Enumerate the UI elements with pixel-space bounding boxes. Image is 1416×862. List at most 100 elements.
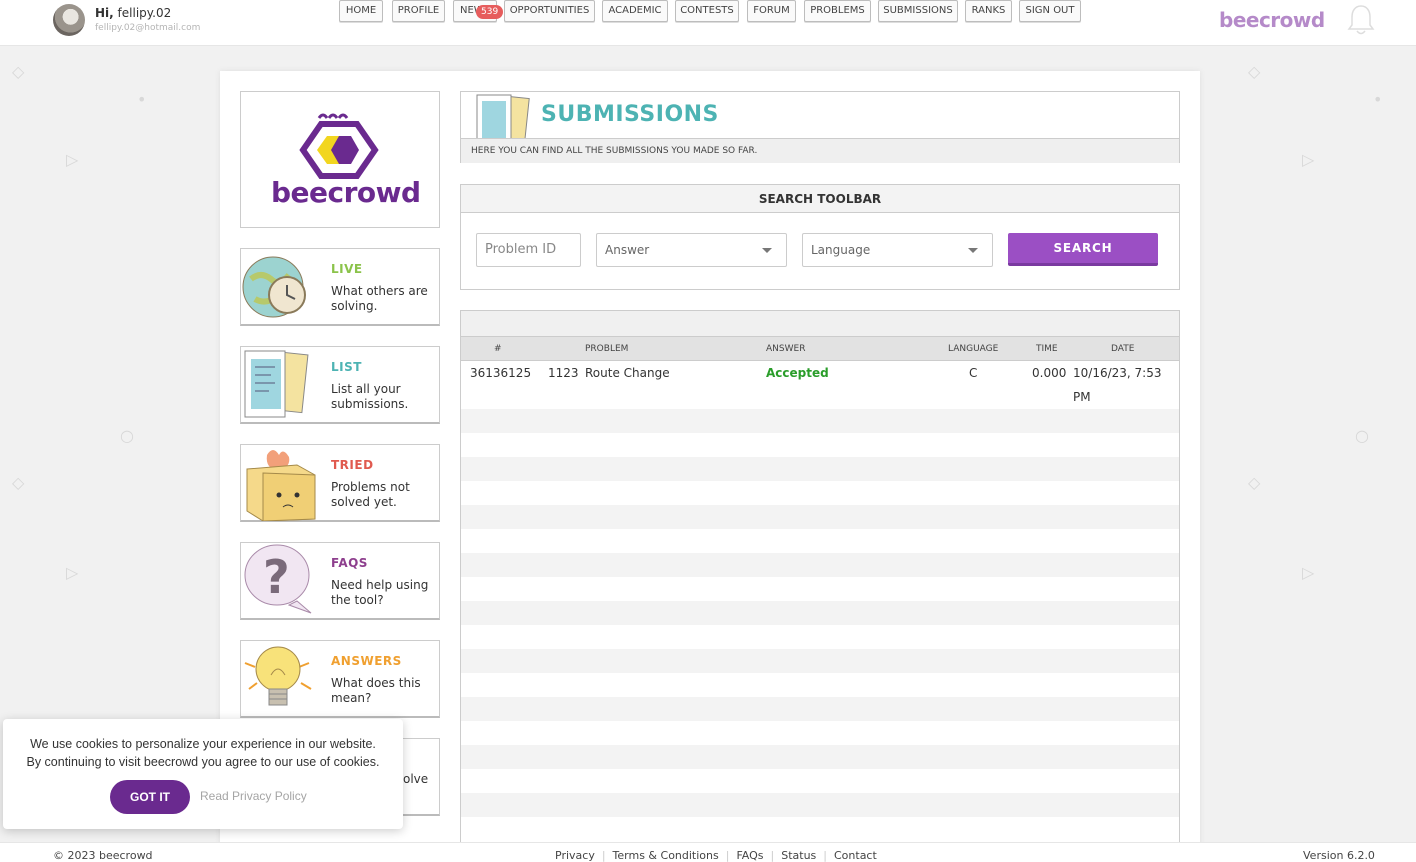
col-answer-header: ANSWER — [766, 344, 806, 354]
chevron-down-icon — [968, 248, 978, 253]
nav-opportunities-button[interactable]: OPPORTUNITIES — [504, 0, 595, 22]
sidebar-item-faqs[interactable]: ? FAQS Need help using the tool? — [240, 542, 440, 620]
search-button[interactable]: SEARCH — [1008, 233, 1158, 266]
problem-id-input[interactable]: Problem ID — [476, 233, 581, 267]
answer-select[interactable]: Answer — [596, 233, 787, 267]
nav-contests-button[interactable]: CONTESTS — [675, 0, 739, 22]
empty-row — [461, 721, 1179, 745]
sidebar-item-desc: olve — [403, 772, 429, 786]
submission-id[interactable]: 36136125 — [470, 361, 531, 385]
empty-row — [461, 625, 1179, 649]
burning-box-icon — [246, 450, 316, 521]
empty-row — [461, 745, 1179, 769]
nav-home-button[interactable]: HOME — [339, 0, 383, 22]
user-email: fellipy.02@hotmail.com — [95, 23, 201, 33]
empty-row — [461, 409, 1179, 433]
language-select-value: Language — [811, 243, 871, 257]
search-toolbar: SEARCH TOOLBAR Problem ID Answer Languag… — [460, 184, 1180, 290]
answer-status[interactable]: Accepted — [766, 361, 829, 385]
privacy-policy-link[interactable]: Read Privacy Policy — [200, 789, 307, 803]
sidebar-item-desc: What does this mean? — [331, 676, 421, 705]
nav-ranks-button[interactable]: RANKS — [965, 0, 1012, 22]
empty-row — [461, 433, 1179, 457]
empty-row — [461, 577, 1179, 601]
table-top-bar — [461, 311, 1179, 337]
avatar[interactable] — [53, 4, 85, 36]
svg-text:?: ? — [263, 550, 290, 604]
footer: © 2023 beecrowd Privacy | Terms & Conditio… — [0, 842, 1416, 862]
bg-diamond-icon: ◇ — [1248, 62, 1261, 81]
sidebar-item-desc: List all your submissions. — [331, 382, 409, 411]
bg-dot-icon: • — [137, 90, 147, 109]
sidebar-item-title: LIVE — [331, 262, 363, 276]
bg-circle-icon: ○ — [120, 426, 134, 445]
cookie-text: We use cookies to personalize your exper… — [26, 737, 380, 769]
footer-link-privacy[interactable]: Privacy — [555, 849, 595, 862]
nav-academic-button[interactable]: ACADEMIC — [602, 0, 668, 22]
bg-triangle-icon: ▷ — [1302, 563, 1315, 582]
bg-triangle-icon: ▷ — [66, 150, 79, 169]
bg-diamond-icon: ◇ — [12, 62, 25, 81]
col-language-header: LANGUAGE — [948, 344, 999, 354]
bg-diamond-icon: ◇ — [1248, 473, 1261, 492]
empty-row — [461, 817, 1179, 841]
submissions-table: # PROBLEM ANSWER LANGUAGE TIME DATE 3613… — [460, 310, 1180, 850]
empty-row — [461, 601, 1179, 625]
nav-profile-button[interactable]: PROFILE — [392, 0, 445, 22]
col-time-header: TIME — [1036, 344, 1058, 354]
sidebar-item-tried[interactable]: TRIED Problems not solved yet. — [240, 444, 440, 522]
page-subtitle: HERE YOU CAN FIND ALL THE SUBMISSIONS YO… — [461, 138, 1179, 163]
sidebar-item-desc: Need help using the tool? — [331, 578, 429, 607]
empty-row — [461, 529, 1179, 553]
bg-dot-icon: • — [1373, 90, 1383, 109]
sidebar-item-answers[interactable]: ANSWERS What does this mean? — [240, 640, 440, 718]
footer-link-terms[interactable]: Terms & Conditions — [613, 849, 719, 862]
news-count-badge: 539 — [476, 5, 504, 19]
nav-problems-button[interactable]: PROBLEMS — [804, 0, 871, 22]
empty-row — [461, 505, 1179, 529]
empty-row — [461, 385, 1179, 409]
bg-circle-icon: ○ — [1355, 426, 1369, 445]
papers-list-icon — [244, 350, 309, 418]
search-toolbar-title: SEARCH TOOLBAR — [461, 185, 1179, 213]
question-bubble-icon: ? — [244, 544, 312, 614]
table-row[interactable]: 36136125 1123 Route Change Accepted C 0.… — [461, 361, 1179, 404]
brand-logo[interactable]: beecrowd — [1219, 8, 1325, 32]
logo-wordmark: beecrowd — [271, 176, 421, 209]
lightbulb-icon — [244, 646, 312, 706]
footer-link-faqs[interactable]: FAQs — [736, 849, 763, 862]
problem-number[interactable]: 1123 — [548, 361, 579, 385]
globe-clock-icon — [242, 256, 306, 318]
bell-icon[interactable] — [1346, 3, 1376, 37]
nav-sign-out-button[interactable]: SIGN OUT — [1019, 0, 1081, 22]
empty-row — [461, 649, 1179, 673]
empty-row — [461, 793, 1179, 817]
submission-language: C — [969, 366, 978, 380]
copyright-text: © 2023 beecrowd — [53, 849, 153, 862]
beecrowd-logo-box[interactable]: beecrowd — [240, 91, 440, 228]
sidebar-item-live[interactable]: LIVE What others are solving. — [240, 248, 440, 326]
footer-link-contact[interactable]: Contact — [834, 849, 877, 862]
empty-row — [461, 457, 1179, 481]
cookie-banner: We use cookies to personalize your exper… — [3, 719, 403, 829]
chevron-down-icon — [762, 248, 772, 253]
problem-name[interactable]: Route Change — [585, 361, 670, 385]
footer-link-status[interactable]: Status — [781, 849, 816, 862]
sidebar-item-title: ANSWERS — [331, 654, 402, 668]
version-text: Version 6.2.0 — [1303, 849, 1375, 862]
sidebar-item-list[interactable]: LIST List all your submissions. — [240, 346, 440, 424]
empty-row — [461, 769, 1179, 793]
top-bar: Hi, fellipy.02 fellipy.02@hotmail.com HO… — [0, 0, 1416, 46]
answer-select-value: Answer — [605, 243, 650, 257]
got-it-button[interactable]: GOT IT — [110, 780, 190, 814]
language-select[interactable]: Language — [802, 233, 993, 267]
col-problem-header: PROBLEM — [585, 344, 629, 354]
submission-time: 0.000 — [1032, 366, 1067, 380]
empty-row — [461, 553, 1179, 577]
bg-diamond-icon: ◇ — [12, 473, 25, 492]
submissions-header: SUBMISSIONS HERE YOU CAN FIND ALL THE SU… — [460, 91, 1180, 163]
user-greeting: Hi, fellipy.02 — [95, 6, 172, 20]
nav-forum-button[interactable]: FORUM — [747, 0, 796, 22]
sidebar-item-desc: Problems not solved yet. — [331, 480, 410, 509]
nav-submissions-button[interactable]: SUBMISSIONS — [878, 0, 958, 22]
